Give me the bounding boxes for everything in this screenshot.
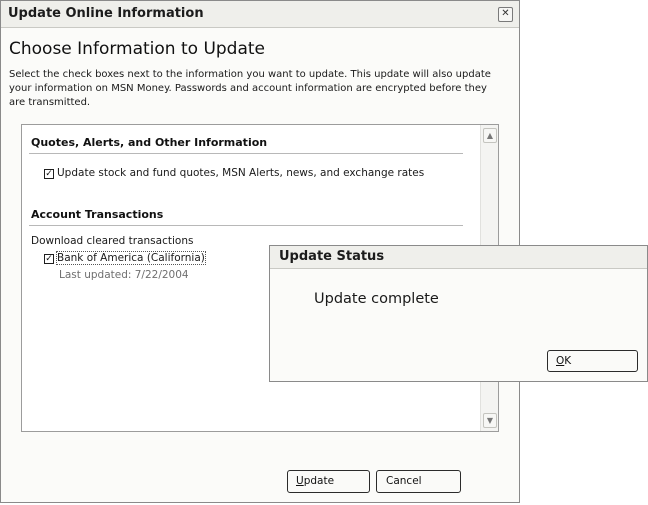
page-heading: Choose Information to Update bbox=[9, 39, 266, 59]
ok-button[interactable]: OK bbox=[547, 350, 638, 372]
main-dialog-title: Update Online Information bbox=[8, 6, 204, 21]
section-divider bbox=[29, 225, 463, 226]
section-title-accounts: Account Transactions bbox=[31, 208, 164, 221]
update-button-label: Update bbox=[296, 475, 335, 487]
last-updated-text: Last updated: 7/22/2004 bbox=[59, 269, 189, 281]
status-message: Update complete bbox=[314, 291, 439, 307]
update-button[interactable]: Update bbox=[287, 470, 370, 493]
scroll-up-icon[interactable]: ▲ bbox=[483, 128, 497, 143]
ok-button-label: OK bbox=[556, 355, 572, 367]
section-divider bbox=[29, 153, 463, 154]
description-text: Select the check boxes next to the infor… bbox=[9, 69, 491, 108]
section-title-quotes: Quotes, Alerts, and Other Information bbox=[31, 136, 268, 149]
scroll-down-icon[interactable]: ▼ bbox=[483, 413, 497, 428]
download-cleared-label: Download cleared transactions bbox=[31, 235, 194, 247]
account-checkbox[interactable]: ✓ bbox=[44, 254, 54, 264]
main-title-bar[interactable]: Update Online Information ✕ bbox=[1, 1, 519, 28]
close-icon[interactable]: ✕ bbox=[498, 7, 513, 22]
quotes-checkbox-label[interactable]: Update stock and fund quotes, MSN Alerts… bbox=[57, 167, 424, 179]
status-title-bar[interactable]: Update Status bbox=[270, 246, 647, 269]
status-dialog-title: Update Status bbox=[279, 249, 385, 264]
update-status-dialog: Update Status Update complete OK bbox=[269, 245, 648, 382]
cancel-button-label: Cancel bbox=[386, 475, 422, 487]
quotes-checkbox[interactable]: ✓ bbox=[44, 169, 54, 179]
account-checkbox-label[interactable]: Bank of America (California) bbox=[56, 251, 206, 265]
cancel-button[interactable]: Cancel bbox=[376, 470, 461, 493]
